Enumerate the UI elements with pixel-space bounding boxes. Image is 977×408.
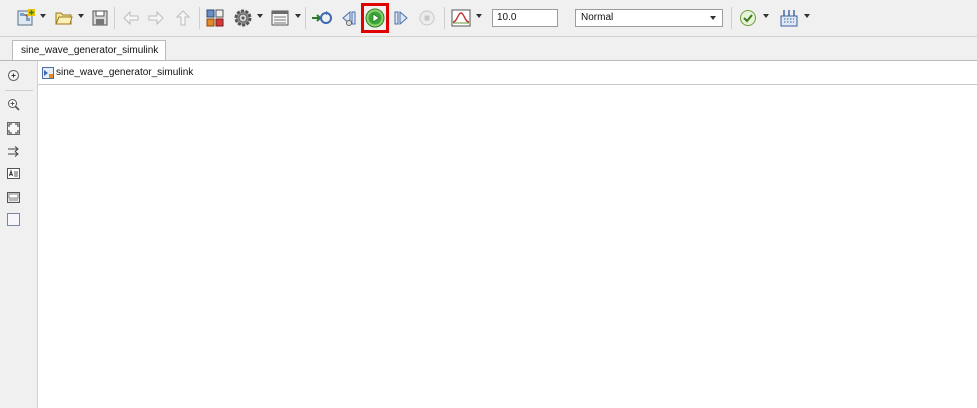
library-browser-button[interactable] — [205, 8, 225, 28]
separator — [305, 7, 306, 29]
scope-button[interactable] — [450, 8, 472, 28]
step-forward-icon — [394, 10, 408, 26]
model-tab-bar: sine_wave_generator_simulink — [0, 37, 977, 61]
open-icon — [55, 12, 73, 25]
simulation-mode-select[interactable]: Normal — [575, 9, 723, 27]
stop-icon — [419, 10, 435, 26]
model-advisor-dropdown[interactable] — [763, 14, 769, 18]
hide-browser-icon[interactable] — [7, 69, 20, 82]
back-button[interactable] — [122, 8, 140, 28]
forward-button[interactable] — [147, 8, 165, 28]
palette-divider — [5, 90, 33, 91]
scope-dropdown[interactable] — [476, 14, 482, 18]
separator — [444, 7, 445, 29]
up-button[interactable] — [174, 8, 192, 28]
tab-sine-wave-generator-simulink[interactable]: sine_wave_generator_simulink — [12, 40, 166, 60]
build-button[interactable] — [778, 8, 800, 28]
update-diagram-icon — [312, 11, 332, 24]
chevron-down-icon — [710, 16, 716, 20]
model-icon — [42, 67, 54, 79]
step-back-button[interactable] — [340, 8, 358, 28]
separator — [114, 7, 115, 29]
new-model-button[interactable] — [16, 8, 36, 28]
stop-time-input[interactable]: 10.0 — [492, 9, 558, 27]
separator — [199, 7, 200, 29]
scope-icon — [451, 9, 471, 27]
stop-button[interactable] — [418, 8, 436, 28]
separator — [731, 7, 732, 29]
save-icon — [92, 10, 108, 26]
model-explorer-button[interactable] — [270, 8, 290, 28]
model-canvas[interactable] — [38, 85, 977, 408]
model-explorer-icon — [271, 10, 289, 26]
image-icon[interactable] — [7, 191, 20, 204]
breadcrumb: sine_wave_generator_simulink — [38, 61, 977, 85]
breadcrumb-model-name[interactable]: sine_wave_generator_simulink — [56, 67, 193, 78]
run-button-highlight-box — [361, 3, 389, 33]
model-advisor-check-icon — [740, 10, 756, 26]
step-forward-button[interactable] — [392, 8, 410, 28]
annotation-icon[interactable] — [7, 167, 20, 180]
simulation-mode-value: Normal — [581, 12, 614, 23]
model-settings-gear-icon — [234, 9, 252, 27]
area-icon[interactable] — [7, 213, 20, 226]
zoom-in-icon[interactable] — [7, 98, 20, 111]
model-explorer-dropdown[interactable] — [295, 14, 301, 18]
new-model-icon — [17, 9, 35, 26]
save-button[interactable] — [91, 8, 109, 28]
arrow-connect-icon[interactable] — [7, 145, 20, 158]
open-dropdown[interactable] — [78, 14, 84, 18]
open-button[interactable] — [54, 8, 74, 28]
up-arrow-icon — [176, 10, 190, 26]
model-settings-dropdown[interactable] — [257, 14, 263, 18]
tool-palette — [0, 61, 38, 408]
step-back-icon — [342, 10, 356, 26]
update-diagram-button[interactable] — [311, 8, 333, 28]
back-arrow-icon — [123, 11, 139, 25]
build-dropdown[interactable] — [804, 14, 810, 18]
new-model-dropdown[interactable] — [40, 14, 46, 18]
fit-to-view-icon[interactable] — [7, 122, 20, 135]
build-icon — [780, 10, 798, 27]
model-settings-button[interactable] — [233, 8, 253, 28]
model-advisor-button[interactable] — [738, 8, 758, 28]
library-browser-icon — [206, 9, 224, 27]
forward-arrow-icon — [148, 11, 164, 25]
toolbar: 10.0 Normal — [0, 0, 977, 37]
